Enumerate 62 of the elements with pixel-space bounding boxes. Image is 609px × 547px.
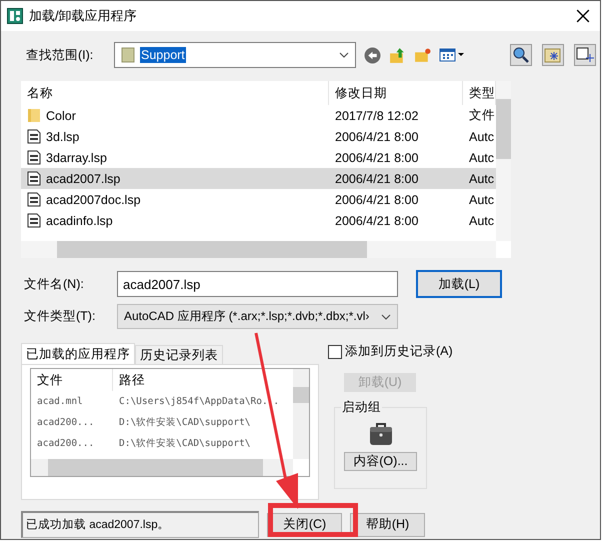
tab[interactable]: 历史记录列表 <box>135 345 223 364</box>
add-to-history-checkbox[interactable]: 添加到历史记录(A) <box>328 343 453 360</box>
file-name: 3d.lsp <box>46 130 80 144</box>
checkbox-square[interactable] <box>328 344 342 358</box>
file-date: 2006/4/21 8:00 <box>334 130 420 144</box>
file-type: Autc <box>468 130 496 144</box>
file-row[interactable]: acad2007.lsp 2006/4/21 8:00 Autc <box>21 168 496 189</box>
file-type: Autc <box>468 192 496 206</box>
file-name-label: 文件名(N): <box>24 276 85 292</box>
folder-up-icon[interactable] <box>389 46 406 64</box>
file-type: Autc <box>468 150 496 164</box>
app-path: D:\软件安装\CAD\support\ <box>118 416 251 429</box>
file-name: acad2007doc.lsp <box>46 192 141 206</box>
file-type-dropdown[interactable]: AutoCAD 应用程序 (*.arx;*.lsp;*.dvb;*.dbx;*.vl› <box>117 304 398 329</box>
column-header[interactable]: 文件 <box>31 369 113 391</box>
horizontal-scrollbar[interactable] <box>21 241 496 258</box>
column-header[interactable]: 路径 <box>113 372 145 388</box>
file-type: Autc <box>468 214 496 228</box>
file-type: 文件 <box>468 107 496 124</box>
file-date: 2006/4/21 8:00 <box>334 150 420 164</box>
file-icon <box>27 150 41 165</box>
file-date: 2017/7/8 12:02 <box>334 108 420 122</box>
back-icon[interactable] <box>364 46 381 64</box>
file-date: 2006/4/21 8:00 <box>334 214 420 228</box>
file-type-label: 文件类型(T): <box>24 308 96 325</box>
app-path: D:\软件安装\CAD\support\ <box>118 437 251 450</box>
contents-button[interactable]: 内容(O)... <box>344 452 417 471</box>
view-menu-icon[interactable] <box>439 47 465 63</box>
file-name: 3darray.lsp <box>46 150 107 164</box>
folder-icon <box>121 47 135 63</box>
file-date: 2006/4/21 8:00 <box>334 192 420 206</box>
file-name: Color <box>46 108 76 122</box>
group-title: 启动组 <box>341 399 382 416</box>
file-name: acad2007.lsp <box>46 172 120 186</box>
chevron-down-icon <box>381 314 391 320</box>
app-file: acad.mnl <box>36 396 84 407</box>
look-in-dropdown[interactable]: Support <box>114 42 356 68</box>
file-icon <box>27 171 41 186</box>
look-in-label: 查找范围(I): <box>26 46 94 64</box>
folder-icon <box>27 108 41 123</box>
file-type: Autc <box>468 172 496 186</box>
status-message: 已成功加载 acad2007.lsp。 <box>21 511 259 538</box>
file-icon <box>27 192 41 207</box>
vertical-scrollbar[interactable] <box>293 369 309 459</box>
close-icon[interactable] <box>576 9 590 23</box>
file-name-field[interactable]: acad2007.lsp <box>117 271 398 297</box>
app-file: acad200... <box>36 438 96 449</box>
search-icon[interactable] <box>510 44 532 66</box>
window-title: 加载/卸载应用程序 <box>29 7 138 25</box>
tab[interactable]: 已加载的应用程序 <box>21 343 135 364</box>
load-button[interactable]: 加载(L) <box>416 270 502 298</box>
file-name: acadinfo.lsp <box>46 214 113 228</box>
app-file: acad200... <box>36 417 96 428</box>
vertical-scrollbar[interactable] <box>496 81 511 241</box>
file-icon <box>27 213 41 228</box>
new-folder-icon[interactable] <box>414 46 431 64</box>
file-date: 2006/4/21 8:00 <box>334 172 420 186</box>
chevron-down-icon <box>339 52 349 58</box>
file-icon <box>27 129 41 144</box>
app-icon <box>7 8 23 24</box>
help-button[interactable]: 帮助(H) <box>350 512 425 536</box>
horizontal-scrollbar[interactable] <box>31 459 293 476</box>
